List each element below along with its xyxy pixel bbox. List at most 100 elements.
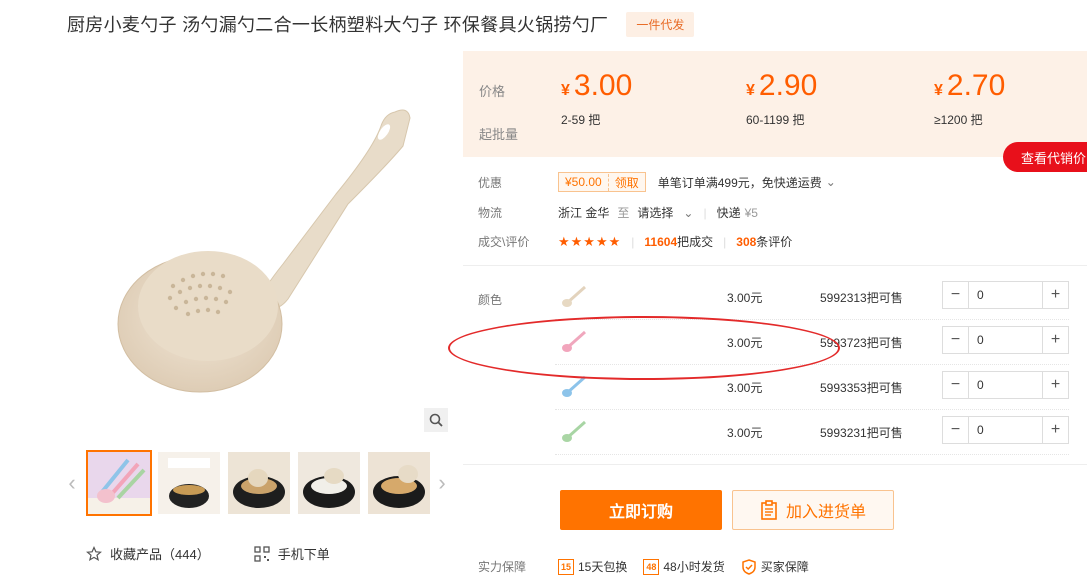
destination-select[interactable]: 请选择 <box>637 204 673 221</box>
sku-row: 3.00元 5993723把可售 − + <box>555 320 1069 365</box>
guarantee-text: 买家保障 <box>760 560 809 574</box>
thumbnail[interactable] <box>158 452 220 514</box>
guarantee-item[interactable]: 48 48小时发货 <box>643 558 725 575</box>
dropship-badge[interactable]: 一件代发 <box>626 11 695 37</box>
view-agent-price-button[interactable]: 查看代销价 <box>1003 142 1087 172</box>
sku-swatch[interactable] <box>559 416 589 446</box>
deal-suffix: 把成交 <box>677 235 714 249</box>
coupon-claim[interactable]: 领取 <box>607 173 645 191</box>
logistics-row: 物流 浙江 金华 至 请选择 ⌄ | 快递 ¥5 <box>478 204 758 221</box>
currency-symbol: ¥ <box>934 82 943 99</box>
thumbnail[interactable] <box>228 452 290 514</box>
clock-48-icon: 48 <box>643 558 660 575</box>
thumbnail-strip: ‹ › <box>60 450 460 516</box>
guarantee-label: 实力保障 <box>478 560 527 574</box>
minus-icon[interactable]: − <box>943 372 969 398</box>
guarantee-text: 48小时发货 <box>663 560 725 574</box>
mobile-order-label: 手机下单 <box>277 547 330 562</box>
guarantee-item[interactable]: 买家保障 <box>741 558 809 575</box>
promo-row: 优惠 ¥50.00 领取 单笔订单满499元，免快递运费 ⌄ <box>478 172 836 192</box>
sku-stock: 5993723把可售 <box>820 336 903 350</box>
plus-icon[interactable]: + <box>1042 372 1068 398</box>
sku-price: 3.00元 <box>727 336 763 350</box>
color-label: 颜色 <box>478 293 503 307</box>
product-title: 厨房小麦勺子 汤勺漏勺二合一长柄塑料大勺子 环保餐具火锅捞勺厂 <box>67 15 609 35</box>
deals-label: 成交\评价 <box>478 235 530 249</box>
to-word: 至 <box>617 206 630 220</box>
tier-qty: 60-1199 把 <box>746 113 805 127</box>
sku-stock: 5993231把可售 <box>820 426 903 440</box>
price-panel: 价格 起批量 ¥3.00 2-59 把 ¥2.90 60-1199 把 ¥2.7… <box>463 51 1087 157</box>
quantity-stepper: − + <box>942 326 1069 354</box>
star-outline-icon <box>86 545 102 561</box>
minus-icon[interactable]: − <box>943 282 969 308</box>
thumbnail[interactable] <box>298 452 360 514</box>
coupon[interactable]: ¥50.00 领取 <box>558 172 646 192</box>
sku-swatch[interactable] <box>559 281 589 311</box>
price-tier: ¥2.70 ≥1200 把 <box>934 69 1005 128</box>
sku-swatch[interactable] <box>559 326 589 356</box>
add-to-cart-button[interactable]: 加入进货单 <box>732 490 894 530</box>
thumb-prev-icon[interactable]: ‹ <box>64 470 80 496</box>
quantity-input[interactable] <box>969 327 1041 353</box>
favorite-link[interactable]: 收藏产品（444） <box>86 544 210 563</box>
minus-icon[interactable]: − <box>943 327 969 353</box>
rating-stars: ★★★★★ <box>558 233 622 249</box>
sku-stock: 5993353把可售 <box>820 381 903 395</box>
quantity-input[interactable] <box>969 372 1041 398</box>
sku-row: 3.00元 5993231把可售 − + <box>555 410 1069 455</box>
separator: | <box>631 234 635 249</box>
review-count[interactable]: 308 <box>736 235 756 249</box>
currency-symbol: ¥ <box>746 82 755 99</box>
qr-code-icon <box>254 545 270 562</box>
plus-icon[interactable]: + <box>1042 327 1068 353</box>
tier-price: 3.00 <box>573 69 633 102</box>
thumbnail[interactable] <box>86 450 152 516</box>
sku-price: 3.00元 <box>727 381 763 395</box>
tier-qty: 2-59 把 <box>561 113 601 127</box>
promo-label: 优惠 <box>478 175 503 190</box>
shield-icon <box>741 558 756 575</box>
ship-method: 快递 <box>716 206 741 220</box>
thumb-next-icon[interactable]: › <box>434 470 450 496</box>
quantity-input[interactable] <box>969 282 1041 308</box>
chevron-down-icon[interactable]: ⌄ <box>683 206 693 220</box>
plus-icon[interactable]: + <box>1042 417 1068 443</box>
quantity-stepper: − + <box>942 416 1069 444</box>
review-suffix: 条评价 <box>756 235 793 249</box>
divider <box>463 464 1087 465</box>
separator: | <box>723 234 727 249</box>
zoom-icon[interactable] <box>424 408 448 432</box>
deal-count[interactable]: 11604 <box>644 235 677 249</box>
quantity-stepper: − + <box>942 281 1069 309</box>
guarantee-text: 15天包换 <box>578 560 628 574</box>
tier-price: 2.90 <box>758 69 818 102</box>
favorite-label: 收藏产品（444） <box>110 547 210 562</box>
promo-desc: 单笔订单满499元，免快递运费 <box>657 175 822 190</box>
minus-icon[interactable]: − <box>943 417 969 443</box>
plus-icon[interactable]: + <box>1042 282 1068 308</box>
sku-row: 3.00元 5992313把可售 − + <box>555 275 1069 320</box>
sku-stock: 5992313把可售 <box>820 291 903 305</box>
mobile-order-link[interactable]: 手机下单 <box>254 544 330 563</box>
guarantee-item[interactable]: 15 15天包换 <box>558 558 627 575</box>
clipboard-icon <box>761 500 777 520</box>
add-to-cart-label: 加入进货单 <box>785 504 866 521</box>
title-row: 厨房小麦勺子 汤勺漏勺二合一长柄塑料大勺子 环保餐具火锅捞勺厂 一件代发 <box>67 10 695 38</box>
main-product-image[interactable] <box>58 54 450 434</box>
currency-symbol: ¥ <box>561 82 570 99</box>
guarantee-row: 实力保障 15 15天包换 48 48小时发货 买家保障 <box>478 558 825 575</box>
sku-price: 3.00元 <box>727 291 763 305</box>
chevron-down-icon[interactable]: ⌄ <box>826 175 836 189</box>
buy-now-button[interactable]: 立即订购 <box>560 490 722 530</box>
tier-price: 2.70 <box>946 69 1006 102</box>
bottom-links: 收藏产品（444） 手机下单 <box>86 544 330 563</box>
logistics-label: 物流 <box>478 206 503 220</box>
sku-swatch[interactable] <box>559 371 589 401</box>
deals-row: 成交\评价 ★★★★★ | 11604 把成交 | 308 条评价 <box>478 233 792 250</box>
min-qty-label: 起批量 <box>479 127 519 142</box>
coupon-value: ¥50.00 <box>565 175 602 189</box>
price-tier: ¥2.90 60-1199 把 <box>746 69 817 128</box>
thumbnail[interactable] <box>368 452 430 514</box>
quantity-input[interactable] <box>969 417 1041 443</box>
